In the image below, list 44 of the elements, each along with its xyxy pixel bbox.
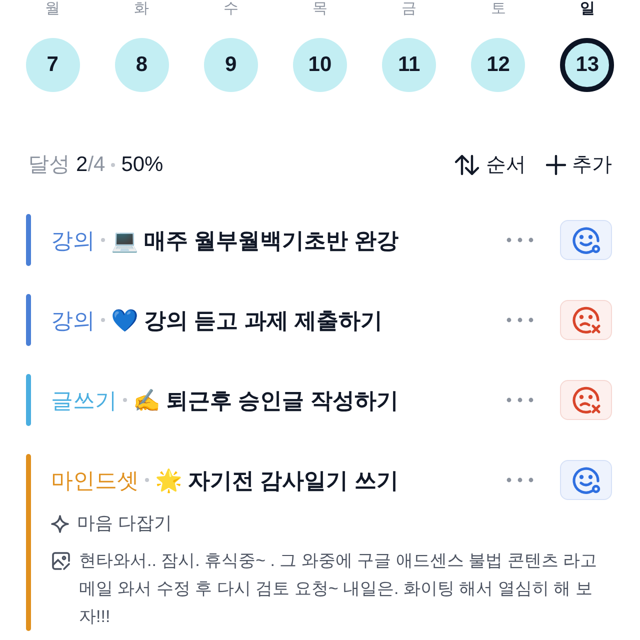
day-button[interactable]: 11 [382,38,436,92]
sparkle-icon [51,514,69,532]
task-title: ✍ 퇴근후 승인글 작성하기 [133,386,398,414]
more-icon[interactable] [506,477,534,483]
total-count: /4 [88,152,106,178]
sort-button[interactable]: 순서 [454,150,526,180]
category-label: 강의 [51,306,95,334]
category-label: 마인드셋 [51,466,139,494]
day-button[interactable]: 7 [26,38,80,92]
smile-status-button[interactable] [560,220,612,260]
more-icon[interactable] [506,317,534,323]
task-title: 🌟 자기전 감사일기 쓰기 [155,466,398,496]
smile-status-button[interactable] [560,460,612,500]
plus-icon [546,155,566,175]
image-note-icon [51,551,71,571]
weekday-label: 월 [45,0,60,18]
day-button[interactable]: 10 [292,38,347,92]
more-icon[interactable] [506,397,534,403]
day-button[interactable]: 12 [471,38,526,92]
category-label: 글쓰기 [51,386,117,414]
weekday-label: 일 [580,0,595,18]
weekday-label: 화 [134,0,150,18]
memo-text: 현타와서.. 잠시. 휴식중~ . 그 와중에 구글 애드센스 불법 콘텐츠 라고 메일 와서 수정 후 다시 검토 요청~ 내일은. 화이팅 해서 열심히 해 보자!!! [79,550,598,628]
day-button[interactable]: 9 [204,38,258,92]
task-title: 💻 매주 월부월백기초반 완강 [111,226,398,254]
day-button[interactable]: 13 [560,38,614,92]
done-count: 2 [76,152,88,178]
sad-face-icon [570,304,602,336]
add-button[interactable]: 추가 [546,150,612,180]
day-button[interactable]: 8 [114,38,169,92]
percent-text: 50% [121,152,164,178]
sad-status-button[interactable] [560,300,612,340]
weekday-label: 수 [223,0,238,18]
more-icon[interactable] [506,237,534,243]
task-subtitle: 마음 다잡기 [77,512,172,535]
sad-status-button[interactable] [560,380,612,420]
achievement-label: 달성 [28,152,70,178]
weekday-label: 토 [490,0,506,18]
sad-face-icon [570,384,602,416]
task-title: 💙 강의 듣고 과제 제출하기 [111,306,382,334]
weekday-label: 목 [312,0,328,18]
weekday-label: 금 [402,0,417,18]
sort-icon [454,154,480,176]
category-label: 강의 [51,226,95,254]
